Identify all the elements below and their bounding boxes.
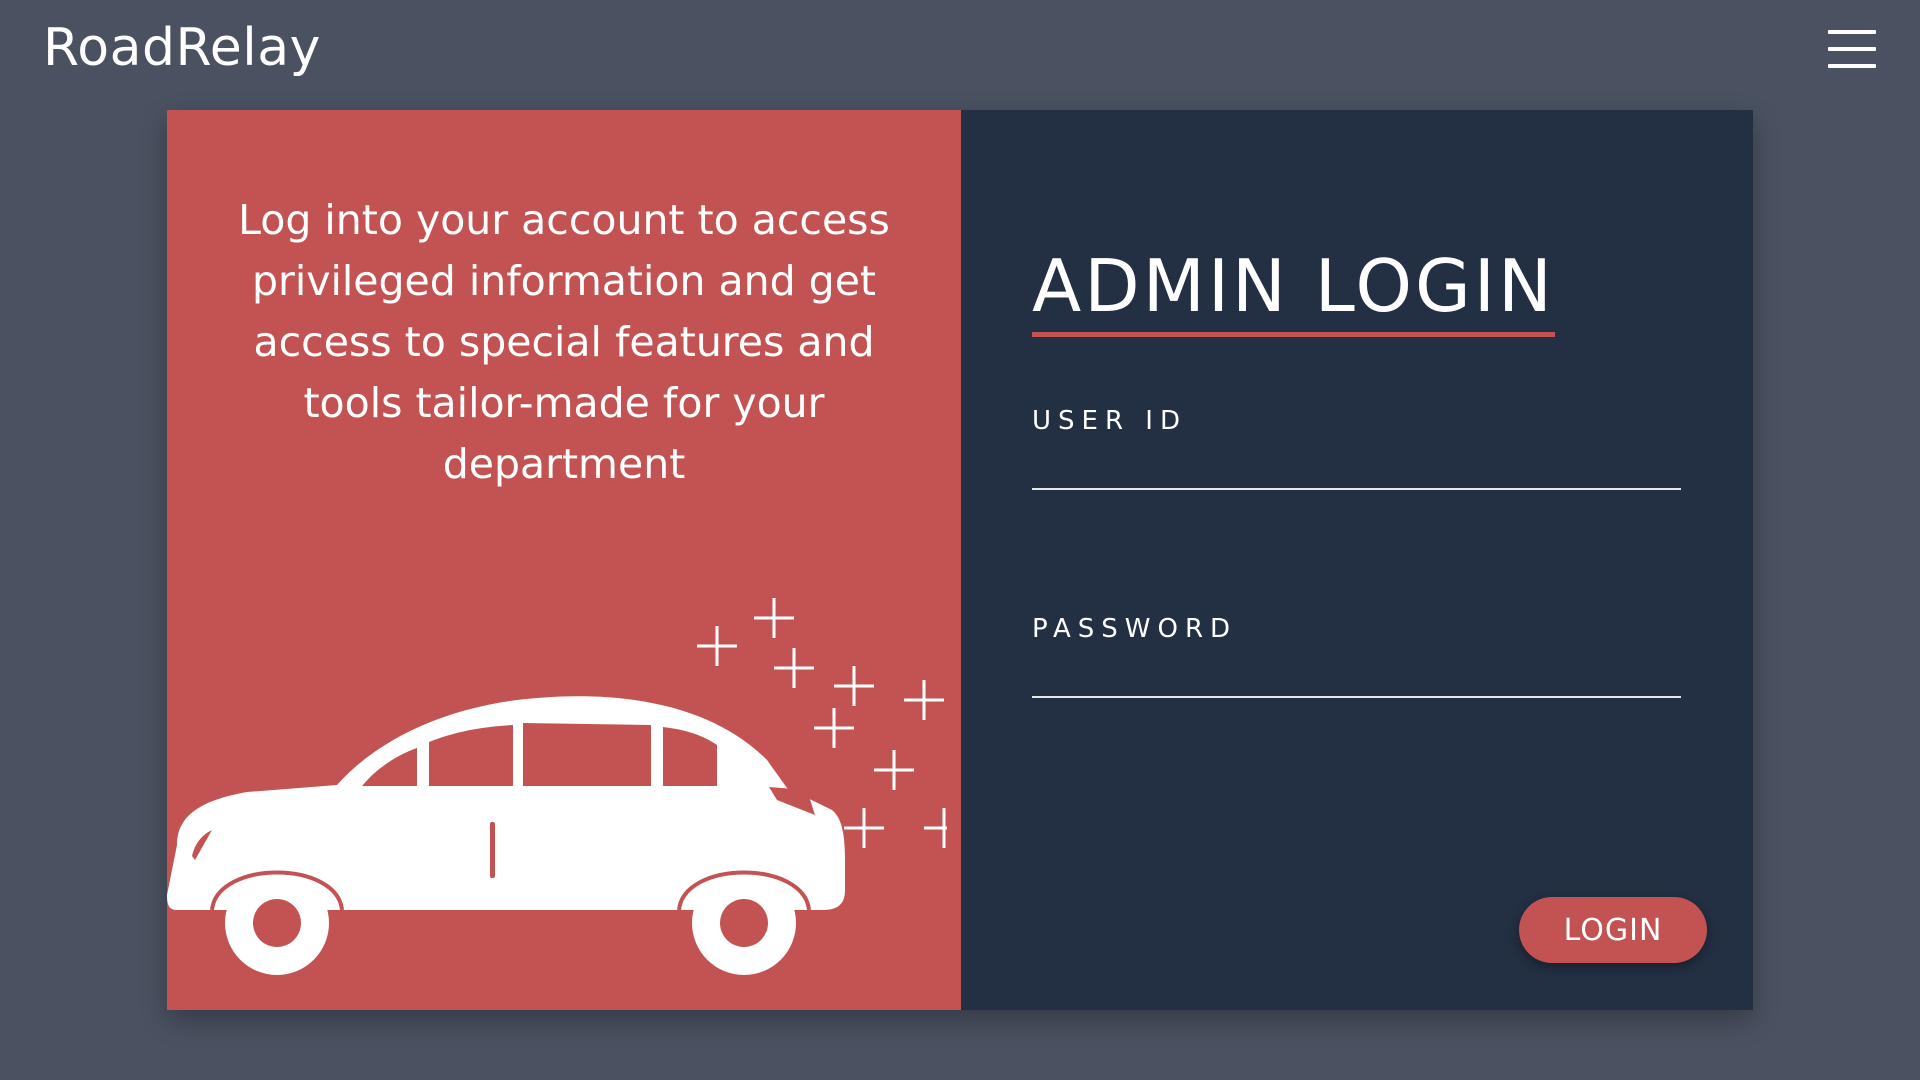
top-bar: RoadRelay xyxy=(0,0,1920,100)
user-id-input[interactable] xyxy=(1032,440,1681,490)
car-with-sparkles-icon xyxy=(167,598,947,975)
menu-line xyxy=(1828,30,1876,34)
hamburger-menu-icon[interactable] xyxy=(1828,28,1876,70)
menu-line xyxy=(1828,64,1876,68)
login-button[interactable]: LOGIN xyxy=(1519,897,1707,963)
menu-line xyxy=(1828,47,1876,51)
password-label: PASSWORD xyxy=(1032,614,1238,644)
login-title: ADMIN LOGIN xyxy=(1032,250,1555,337)
login-form: ADMIN LOGIN USER ID PASSWORD LOGIN xyxy=(961,110,1753,1010)
login-card: Log into your account to access privileg… xyxy=(167,110,1753,1010)
info-panel: Log into your account to access privileg… xyxy=(167,110,961,1010)
user-id-label: USER ID xyxy=(1032,406,1187,436)
intro-text: Log into your account to access privileg… xyxy=(238,196,890,488)
password-input[interactable] xyxy=(1032,648,1681,698)
brand-logo[interactable]: RoadRelay xyxy=(43,18,321,78)
